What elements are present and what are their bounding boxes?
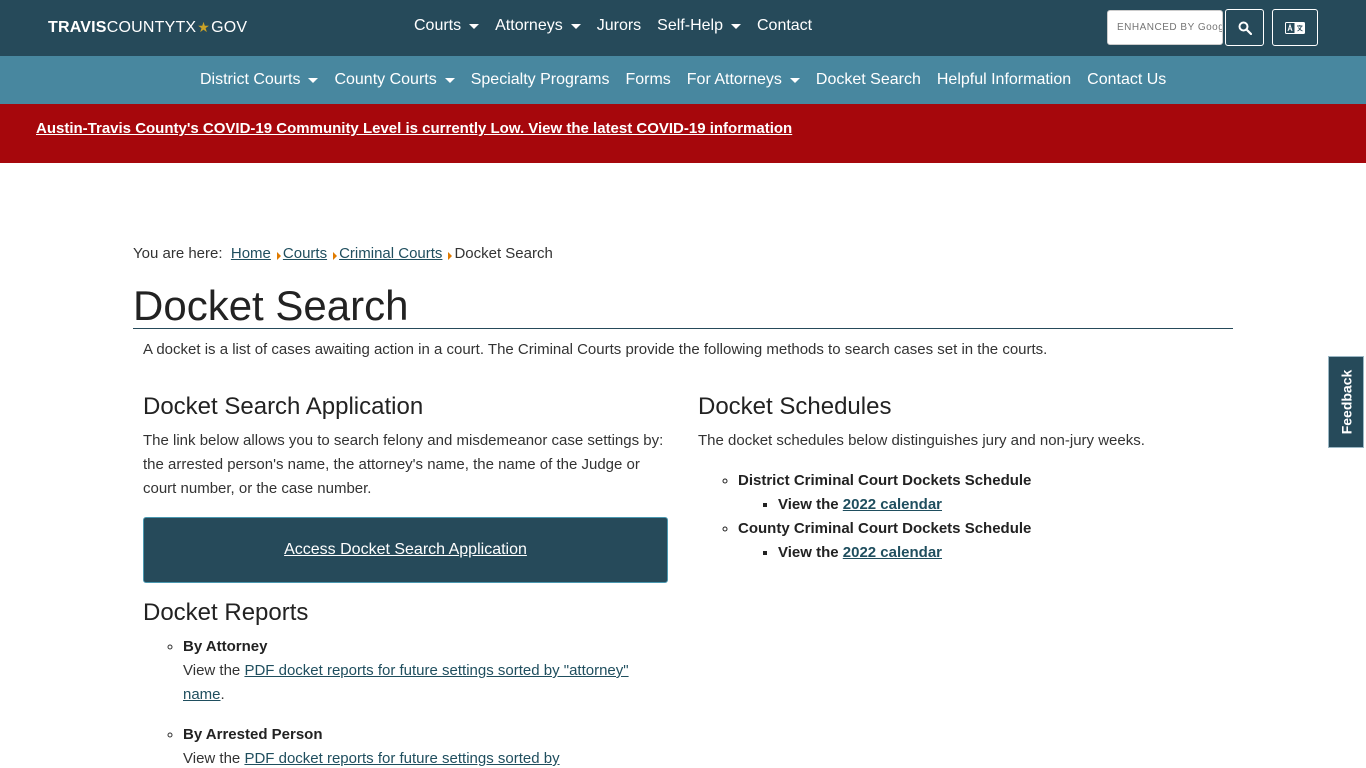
schedule-prefix: View the <box>778 496 839 513</box>
nav-courts[interactable]: Courts <box>414 17 480 35</box>
nav-contact[interactable]: Contact <box>757 17 812 35</box>
breadcrumb-link-home[interactable]: Home <box>231 245 271 262</box>
subnav-forms-label: Forms <box>625 71 671 88</box>
schedule-title: District Criminal Court Dockets Schedule <box>738 472 1032 489</box>
chevron-down-icon <box>444 77 455 83</box>
feedback-label: Feedback <box>1338 369 1354 435</box>
breadcrumb: You are here: Home Courts Criminal Court… <box>133 245 553 262</box>
nav-self-help[interactable]: Self-Help <box>657 17 741 35</box>
nav-self-help-label: Self-Help <box>657 17 723 34</box>
docket-search-application-section: Docket Search Application The link below… <box>143 393 668 768</box>
search-button[interactable] <box>1225 9 1264 46</box>
docket-schedules-section: Docket Schedules The docket schedules be… <box>698 393 1218 565</box>
report-title: By Attorney <box>183 638 268 655</box>
logo-part-county: COUNTYTX <box>106 19 197 36</box>
page-intro: A docket is a list of cases awaiting act… <box>143 341 1048 358</box>
subnav-helpful-information-label: Helpful Information <box>936 71 1072 88</box>
subnav-for-attorneys-label: For Attorneys <box>686 71 782 88</box>
breadcrumb-link-criminal-courts[interactable]: Criminal Courts <box>339 245 442 262</box>
breadcrumb-prefix: You are here: <box>133 245 223 262</box>
schedules-list: District Criminal Court Dockets Schedule… <box>698 469 1218 565</box>
logo-part-gov: GOV <box>211 19 248 36</box>
subnav-district-courts-label: District Courts <box>200 71 301 88</box>
subnav-docket-search[interactable]: Docket Search <box>816 71 921 89</box>
schedule-prefix: View the <box>778 544 839 561</box>
report-link-by-attorney[interactable]: PDF docket reports for future settings s… <box>183 662 629 703</box>
report-prefix: View the <box>183 750 241 767</box>
logo-star-icon: ★ <box>197 19 211 35</box>
nav-contact-label: Contact <box>756 17 813 34</box>
app-section-title: Docket Search Application <box>143 393 424 420</box>
subnav-specialty-programs-label: Specialty Programs <box>470 71 610 88</box>
subnav-county-courts-label: County Courts <box>334 71 437 88</box>
chevron-down-icon <box>570 23 581 29</box>
translate-button[interactable] <box>1272 9 1318 46</box>
chevron-down-icon <box>789 77 800 83</box>
search-input[interactable] <box>1108 11 1222 44</box>
subnav-specialty-programs[interactable]: Specialty Programs <box>471 71 610 89</box>
subnav-helpful-information[interactable]: Helpful Information <box>937 71 1071 89</box>
list-item: By Attorney View the PDF docket reports … <box>183 635 668 707</box>
subnav-district-courts[interactable]: District Courts <box>200 71 319 89</box>
reports-list: By Attorney View the PDF docket reports … <box>143 635 668 768</box>
subnav-contact-us-label: Contact Us <box>1087 71 1167 88</box>
schedules-section-description: The docket schedules below distinguishes… <box>698 432 1145 449</box>
breadcrumb-arrow-icon <box>276 251 281 260</box>
nav-jurors[interactable]: Jurors <box>597 17 641 35</box>
secondary-nav: District Courts County Courts Specialty … <box>200 71 1166 89</box>
nav-jurors-label: Jurors <box>596 17 642 34</box>
list-item: View the 2022 calendar <box>778 493 1218 517</box>
reports-section-title: Docket Reports <box>143 599 309 626</box>
breadcrumb-arrow-icon <box>333 251 338 260</box>
county-calendar-link[interactable]: 2022 calendar <box>843 544 942 561</box>
main-nav: Courts Attorneys Jurors Self-Help Contac… <box>414 17 812 35</box>
subnav-for-attorneys[interactable]: For Attorneys <box>687 71 800 89</box>
search-icon <box>1238 21 1252 35</box>
breadcrumb-link-courts[interactable]: Courts <box>283 245 327 262</box>
site-search <box>1107 10 1223 45</box>
district-calendar-link[interactable]: 2022 calendar <box>843 496 942 513</box>
app-section-description: The link below allows you to search felo… <box>143 432 664 497</box>
breadcrumb-current: Docket Search <box>454 245 553 262</box>
report-prefix: View the <box>183 662 241 679</box>
report-suffix: . <box>220 686 225 703</box>
breadcrumb-arrow-icon <box>448 251 453 260</box>
list-item: County Criminal Court Dockets Schedule V… <box>738 517 1218 565</box>
chevron-down-icon <box>730 23 741 29</box>
list-item: View the 2022 calendar <box>778 541 1218 565</box>
list-item: By Arrested Person View the PDF docket r… <box>183 723 668 768</box>
title-divider <box>133 328 1233 329</box>
logo-part-travis: TRAVIS <box>48 19 107 36</box>
covid-alert-banner: Austin-Travis County's COVID-19 Communit… <box>0 104 1366 163</box>
subnav-county-courts[interactable]: County Courts <box>334 71 455 89</box>
report-link-by-arrested-person[interactable]: PDF docket reports for future settings s… <box>244 750 559 767</box>
page-title: Docket Search <box>133 282 409 329</box>
feedback-tab[interactable]: Feedback <box>1328 356 1364 448</box>
access-docket-search-button[interactable]: Access Docket Search Application <box>143 517 668 583</box>
list-item: District Criminal Court Dockets Schedule… <box>738 469 1218 517</box>
covid-alert-link[interactable]: Austin-Travis County's COVID-19 Communit… <box>36 120 792 137</box>
chevron-down-icon <box>308 77 319 83</box>
top-header: TRAVISCOUNTYTX★GOV Courts Attorneys Juro… <box>0 0 1366 56</box>
chevron-down-icon <box>469 23 480 29</box>
nav-attorneys-label: Attorneys <box>495 17 563 34</box>
schedules-section-title: Docket Schedules <box>698 393 892 420</box>
secondary-nav-bar: District Courts County Courts Specialty … <box>0 56 1366 104</box>
subnav-docket-search-label: Docket Search <box>815 71 921 88</box>
report-title: By Arrested Person <box>183 726 323 743</box>
nav-courts-label: Courts <box>414 17 462 34</box>
schedule-title: County Criminal Court Dockets Schedule <box>738 520 1032 537</box>
subnav-forms[interactable]: Forms <box>625 71 670 89</box>
nav-attorneys[interactable]: Attorneys <box>495 17 581 35</box>
site-logo[interactable]: TRAVISCOUNTYTX★GOV <box>48 19 247 37</box>
subnav-contact-us[interactable]: Contact Us <box>1087 71 1166 89</box>
translate-icon <box>1285 21 1305 34</box>
